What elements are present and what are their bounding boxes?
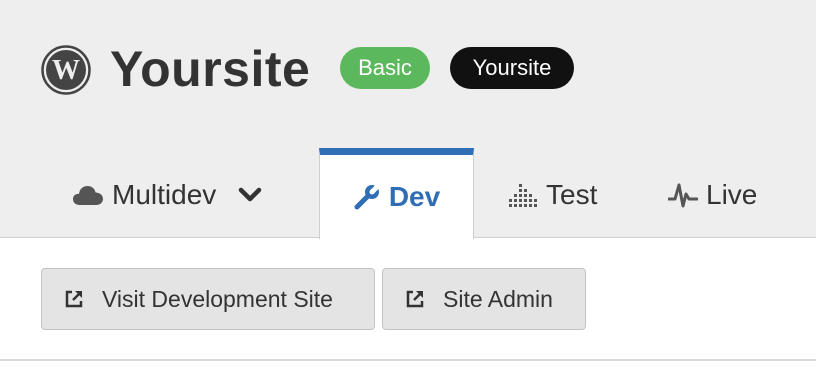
cloud-icon [72,184,104,206]
wordpress-icon: W [41,45,91,95]
tab-label: Dev [388,181,441,212]
external-link-icon [64,289,84,309]
org-badge[interactable]: Yoursite [450,47,574,89]
site-header: W Yoursite Basic Yoursite Multidev Dev T… [0,0,816,239]
section-divider [0,359,816,361]
tab-label: Live [706,179,758,210]
button-label: Site Admin [443,285,553,312]
site-admin-button[interactable]: Site Admin [382,268,586,330]
pulse-icon [668,181,698,209]
svg-text:W: W [52,55,80,86]
wrench-icon [353,183,381,211]
plan-badge: Basic [340,47,430,89]
chevron-down-icon[interactable] [238,187,262,203]
tab-multidev[interactable]: Multidev [72,152,282,238]
tab-test[interactable]: Test [508,152,628,238]
button-label: Visit Development Site [102,285,333,312]
bars-icon [508,182,538,208]
tab-label: Test [546,179,598,210]
tab-dev[interactable]: Dev [319,148,474,239]
visit-development-site-button[interactable]: Visit Development Site [41,268,375,330]
tab-live[interactable]: Live [668,152,788,238]
external-link-icon [405,289,425,309]
tab-label: Multidev [112,179,217,210]
site-title: Yoursite [110,41,311,97]
